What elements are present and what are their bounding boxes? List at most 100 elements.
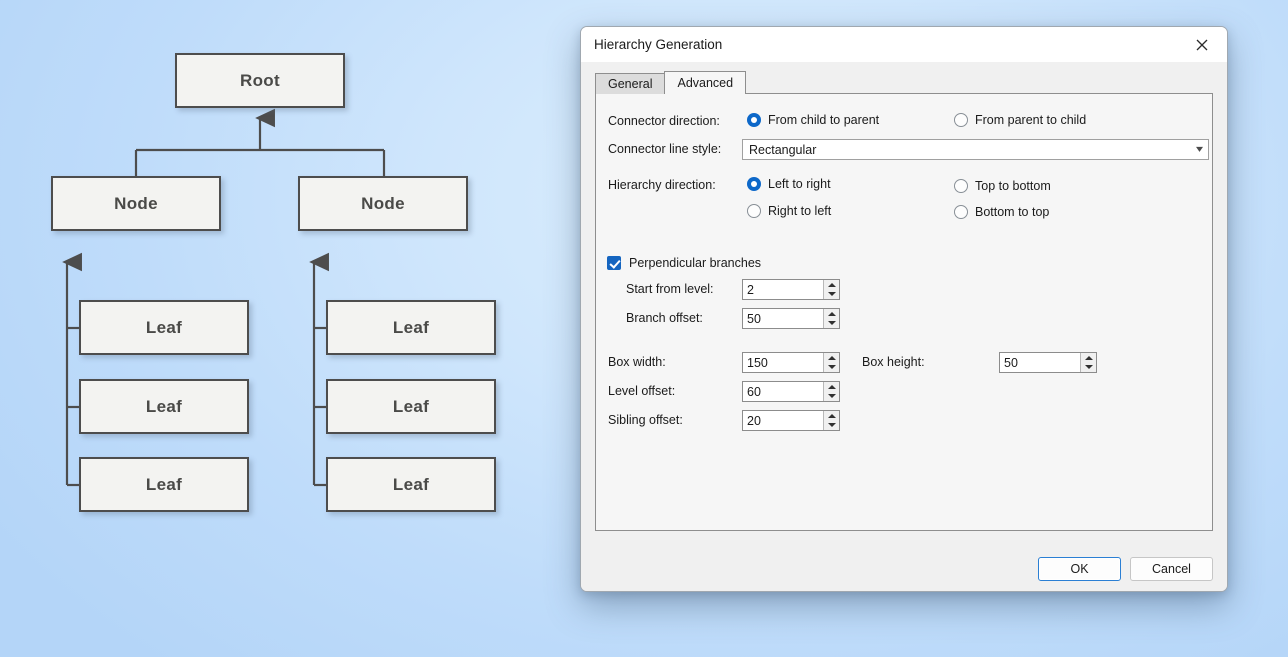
tree-node-leaf-5[interactable]: Leaf (326, 379, 496, 434)
sibling-offset-label-row: Sibling offset: (608, 413, 683, 427)
tab-advanced[interactable]: Advanced (664, 71, 747, 94)
level-offset-stepper[interactable]: 60 (742, 381, 840, 402)
tree-node-leaf-4[interactable]: Leaf (326, 300, 496, 355)
radio-indicator (747, 177, 761, 191)
level-offset-label-row: Level offset: (608, 384, 675, 398)
connector-line-style-label-row: Connector line style: (608, 142, 721, 156)
radio-label: From child to parent (768, 113, 880, 127)
tree-node-label: Root (240, 70, 280, 90)
hierarchy-direction-label-row: Hierarchy direction: (608, 178, 716, 192)
connector-line-style-select[interactable]: Rectangular ▾ (742, 139, 1209, 160)
stepper-up-icon[interactable] (824, 382, 839, 392)
stepper-up-icon[interactable] (824, 309, 839, 319)
tab-strip: General Advanced (595, 71, 747, 94)
box-height-value: 50 (1004, 355, 1018, 370)
radio-bottom-to-top[interactable]: Bottom to top (954, 205, 1049, 219)
radio-indicator (954, 113, 968, 127)
tree-node-root[interactable]: Root (175, 53, 345, 108)
box-height-stepper[interactable]: 50 (999, 352, 1097, 373)
tree-node-leaf-2[interactable]: Leaf (79, 379, 249, 434)
tab-label: General (608, 77, 653, 91)
tree-node-leaf-3[interactable]: Leaf (79, 457, 249, 512)
level-offset-value: 60 (747, 384, 761, 399)
dialog-title: Hierarchy Generation (594, 37, 723, 52)
stepper-down-icon[interactable] (824, 421, 839, 431)
sibling-offset-value: 20 (747, 413, 761, 428)
box-width-label-row: Box width: (608, 355, 666, 369)
radio-label: From parent to child (975, 113, 1087, 127)
close-glyph (1196, 39, 1208, 50)
stepper-buttons (1080, 353, 1096, 372)
stepper-down-icon[interactable] (1081, 363, 1096, 373)
connector-line-style-label: Connector line style: (608, 142, 722, 156)
radio-label: Right to left (768, 204, 832, 218)
radio-label: Top to bottom (975, 179, 1051, 193)
tree-node-leaf-1[interactable]: Leaf (79, 300, 249, 355)
connector-line-style-value: Rectangular (749, 142, 817, 157)
chevron-down-icon: ▾ (1195, 144, 1204, 155)
radio-right-to-left[interactable]: Right to left (747, 204, 831, 218)
sibling-offset-stepper[interactable]: 20 (742, 410, 840, 431)
radio-label: Left to right (768, 177, 831, 191)
box-width-value: 150 (747, 355, 768, 370)
tab-label: Advanced (677, 76, 734, 90)
dialog-footer: OK Cancel (1038, 557, 1213, 581)
level-offset-label: Level offset: (608, 384, 676, 398)
radio-label: Bottom to top (975, 205, 1050, 219)
tree-node-node-2[interactable]: Node (298, 176, 468, 231)
stepper-down-icon[interactable] (824, 319, 839, 329)
checkbox-indicator (607, 256, 621, 270)
stepper-buttons (823, 309, 839, 328)
perpendicular-branches-label: Perpendicular branches (629, 256, 762, 270)
radio-indicator (954, 179, 968, 193)
perpendicular-branches-checkbox[interactable]: Perpendicular branches (607, 256, 761, 270)
radio-from-child-to-parent[interactable]: From child to parent (747, 113, 879, 127)
dialog-body: General Advanced Connector direction: Fr… (581, 62, 1227, 591)
ok-button[interactable]: OK (1038, 557, 1121, 581)
tree-node-label: Leaf (392, 396, 430, 416)
dialog-titlebar: Hierarchy Generation (581, 27, 1227, 62)
radio-indicator (747, 204, 761, 218)
tree-node-label: Leaf (392, 474, 430, 494)
sibling-offset-label: Sibling offset: (608, 413, 683, 427)
hierarchy-tree-preview: Root Node Node Leaf Leaf Leaf Leaf Leaf … (0, 0, 600, 600)
tree-node-leaf-6[interactable]: Leaf (326, 457, 496, 512)
box-height-label-row: Box height: (862, 355, 925, 369)
radio-top-to-bottom[interactable]: Top to bottom (954, 179, 1051, 193)
tree-node-label: Leaf (145, 396, 183, 416)
close-icon[interactable] (1187, 32, 1217, 58)
cancel-button-label: Cancel (1152, 562, 1191, 576)
tree-node-label: Leaf (145, 474, 183, 494)
start-from-level-label-row: Start from level: (626, 282, 714, 296)
branch-offset-label: Branch offset: (626, 311, 703, 325)
tree-node-label: Leaf (392, 317, 430, 337)
hierarchy-direction-label: Hierarchy direction: (608, 178, 716, 192)
ok-button-label: OK (1070, 562, 1089, 576)
stepper-up-icon[interactable] (824, 353, 839, 363)
stepper-up-icon[interactable] (824, 411, 839, 421)
advanced-tab-panel: Connector direction: From child to paren… (595, 93, 1213, 531)
branch-offset-stepper[interactable]: 50 (742, 308, 840, 329)
stepper-up-icon[interactable] (824, 280, 839, 290)
stepper-buttons (823, 411, 839, 430)
branch-offset-value: 50 (747, 311, 761, 326)
cancel-button[interactable]: Cancel (1130, 557, 1213, 581)
radio-indicator (747, 113, 761, 127)
box-width-label: Box width: (608, 355, 666, 369)
radio-from-parent-to-child[interactable]: From parent to child (954, 113, 1086, 127)
tree-node-node-1[interactable]: Node (51, 176, 221, 231)
tab-general[interactable]: General (595, 73, 666, 94)
box-width-stepper[interactable]: 150 (742, 352, 840, 373)
stepper-buttons (823, 382, 839, 401)
stepper-up-icon[interactable] (1081, 353, 1096, 363)
stepper-buttons (823, 280, 839, 299)
start-from-level-stepper[interactable]: 2 (742, 279, 840, 300)
start-from-level-value: 2 (747, 282, 754, 297)
stepper-buttons (823, 353, 839, 372)
radio-left-to-right[interactable]: Left to right (747, 177, 831, 191)
connector-direction-label-row: Connector direction: (608, 114, 720, 128)
stepper-down-icon[interactable] (824, 363, 839, 373)
stepper-down-icon[interactable] (824, 290, 839, 300)
tree-node-label: Node (361, 193, 405, 213)
stepper-down-icon[interactable] (824, 392, 839, 402)
